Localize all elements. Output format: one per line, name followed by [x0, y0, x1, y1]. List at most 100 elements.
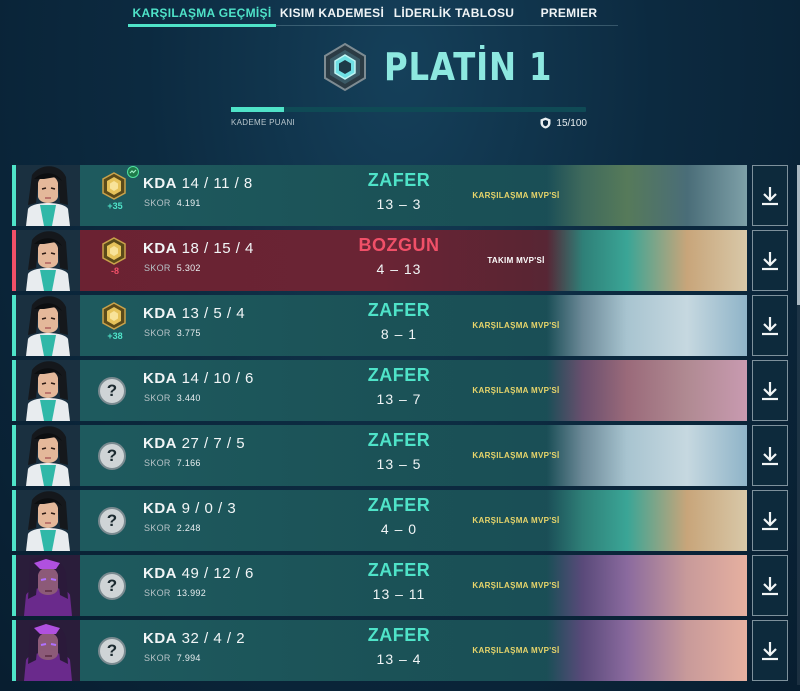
- match-result: ZAFER: [367, 560, 431, 580]
- score-value: 5.302: [176, 263, 201, 273]
- download-button[interactable]: [752, 230, 788, 291]
- kda-value: 13 / 5 / 4: [181, 305, 246, 322]
- map-thumbnail: [547, 620, 747, 681]
- kda-stats: KDA 32 / 4 / 2: [143, 630, 245, 647]
- rank-rating-value: 15/100: [540, 117, 587, 129]
- match-row[interactable]: -8 KDA 18 / 15 / 4 SKOR 5.302 BOZGUN 4 – …: [12, 230, 800, 291]
- kda-label: KDA: [143, 500, 177, 517]
- kda-label: KDA: [143, 240, 177, 257]
- match-card[interactable]: +35 KDA 14 / 11 / 8 SKOR 4.191 ZAFER 13 –…: [12, 165, 747, 226]
- score-label: SKOR: [144, 263, 171, 273]
- match-result: BOZGUN: [358, 235, 440, 255]
- download-icon: [762, 186, 778, 205]
- match-row[interactable]: ? KDA 32 / 4 / 2 SKOR 7.994 ZAFER 13 – 4 …: [12, 620, 800, 681]
- match-card[interactable]: ? KDA 49 / 12 / 6 SKOR 13.992 ZAFER 13 – …: [12, 555, 747, 616]
- kda-value: 14 / 11 / 8: [181, 175, 253, 192]
- agent-portrait: [16, 490, 80, 551]
- match-row[interactable]: +38 KDA 13 / 5 / 4 SKOR 3.775 ZAFER 8 – 1…: [12, 295, 800, 356]
- agent-portrait: [16, 295, 80, 356]
- match-row[interactable]: +35 KDA 14 / 11 / 8 SKOR 4.191 ZAFER 13 –…: [12, 165, 800, 226]
- mvp-label: KARŞILAŞMA MVP'Sİ: [472, 321, 560, 330]
- combat-score: SKOR 5.302: [144, 263, 201, 273]
- rr-change: +38: [107, 331, 123, 341]
- shield-icon: [540, 117, 551, 129]
- final-score: 13 – 4: [376, 651, 422, 667]
- download-button[interactable]: [752, 555, 788, 616]
- match-row[interactable]: ? KDA 9 / 0 / 3 SKOR 2.248 ZAFER 4 – 0 KA…: [12, 490, 800, 551]
- map-thumbnail: [547, 165, 747, 226]
- match-result: ZAFER: [367, 365, 431, 385]
- download-button[interactable]: [752, 425, 788, 486]
- match-result: ZAFER: [367, 495, 431, 515]
- match-result: ZAFER: [367, 625, 431, 645]
- rank-rating-label: KADEME PUANI: [231, 118, 296, 127]
- score-value: 13.992: [176, 588, 207, 598]
- download-button[interactable]: [752, 360, 788, 421]
- match-row[interactable]: ? KDA 27 / 7 / 5 SKOR 7.166 ZAFER 13 – 5 …: [12, 425, 800, 486]
- score-value: 4.191: [176, 198, 201, 208]
- match-card[interactable]: ? KDA 14 / 10 / 6 SKOR 3.440 ZAFER 13 – 7…: [12, 360, 747, 421]
- score-label: SKOR: [144, 328, 171, 338]
- final-score: 4 – 13: [376, 261, 422, 277]
- combat-score: SKOR 3.775: [144, 328, 201, 338]
- kda-value: 14 / 10 / 6: [181, 370, 254, 387]
- rank-badge: [100, 302, 128, 330]
- download-button[interactable]: [752, 295, 788, 356]
- map-thumbnail: [547, 490, 747, 551]
- final-score: 13 – 3: [376, 196, 422, 212]
- tab-premier[interactable]: PREMIER: [520, 0, 618, 26]
- kda-stats: KDA 49 / 12 / 6: [143, 565, 254, 582]
- agent-portrait: [16, 555, 80, 616]
- kda-stats: KDA 14 / 11 / 8: [143, 175, 253, 192]
- kda-value: 18 / 15 / 4: [181, 240, 254, 257]
- score-label: SKOR: [144, 198, 171, 208]
- match-card[interactable]: -8 KDA 18 / 15 / 4 SKOR 5.302 BOZGUN 4 – …: [12, 230, 747, 291]
- new-match-icon: [127, 166, 139, 178]
- rank-rating-text: 15/100: [556, 117, 587, 129]
- final-score: 13 – 7: [376, 391, 422, 407]
- kda-stats: KDA 9 / 0 / 3: [143, 500, 236, 517]
- kda-value: 49 / 12 / 6: [181, 565, 254, 582]
- combat-score: SKOR 13.992: [144, 588, 206, 598]
- download-icon: [762, 381, 778, 400]
- agent-portrait: [16, 425, 80, 486]
- gold-rank-icon: [102, 237, 126, 265]
- download-button[interactable]: [752, 165, 788, 226]
- kda-stats: KDA 14 / 10 / 6: [143, 370, 254, 387]
- tab-bar: KARŞILAŞMA GEÇMİŞİ KISIM KADEMESİ LİDERL…: [128, 0, 618, 27]
- match-card[interactable]: ? KDA 32 / 4 / 2 SKOR 7.994 ZAFER 13 – 4 …: [12, 620, 747, 681]
- tab-act-rank[interactable]: KISIM KADEMESİ: [276, 0, 388, 26]
- download-button[interactable]: [752, 490, 788, 551]
- download-icon: [762, 511, 778, 530]
- combat-score: SKOR 7.994: [144, 653, 201, 663]
- score-label: SKOR: [144, 458, 171, 468]
- final-score: 13 – 5: [376, 456, 422, 472]
- agent-portrait: [16, 620, 80, 681]
- download-button[interactable]: [752, 620, 788, 681]
- final-score: 13 – 11: [372, 586, 426, 602]
- combat-score: SKOR 7.166: [144, 458, 201, 468]
- match-card[interactable]: ? KDA 9 / 0 / 3 SKOR 2.248 ZAFER 4 – 0 KA…: [12, 490, 747, 551]
- match-row[interactable]: ? KDA 49 / 12 / 6 SKOR 13.992 ZAFER 13 – …: [12, 555, 800, 616]
- score-value: 3.775: [176, 328, 201, 338]
- tab-match-history[interactable]: KARŞILAŞMA GEÇMİŞİ: [128, 0, 276, 27]
- match-row[interactable]: ? KDA 14 / 10 / 6 SKOR 3.440 ZAFER 13 – 7…: [12, 360, 800, 421]
- unknown-rank-icon: ?: [98, 507, 126, 535]
- unknown-rank-icon: ?: [98, 572, 126, 600]
- tab-leaderboard[interactable]: LİDERLİK TABLOSU: [388, 0, 520, 26]
- mvp-label: KARŞILAŞMA MVP'Sİ: [472, 191, 560, 200]
- score-label: SKOR: [144, 653, 171, 663]
- match-card[interactable]: ? KDA 27 / 7 / 5 SKOR 7.166 ZAFER 13 – 5 …: [12, 425, 747, 486]
- final-score: 4 – 0: [380, 521, 418, 537]
- download-icon: [762, 316, 778, 335]
- score-value: 7.166: [176, 458, 201, 468]
- unknown-rank-icon: ?: [98, 637, 126, 665]
- score-value: 3.440: [176, 393, 201, 403]
- agent-portrait: [16, 360, 80, 421]
- match-list: +35 KDA 14 / 11 / 8 SKOR 4.191 ZAFER 13 –…: [12, 165, 800, 685]
- gold-rank-icon: [102, 302, 126, 330]
- kda-label: KDA: [143, 630, 177, 647]
- kda-value: 9 / 0 / 3: [181, 500, 237, 517]
- combat-score: SKOR 3.440: [144, 393, 201, 403]
- match-card[interactable]: +38 KDA 13 / 5 / 4 SKOR 3.775 ZAFER 8 – 1…: [12, 295, 747, 356]
